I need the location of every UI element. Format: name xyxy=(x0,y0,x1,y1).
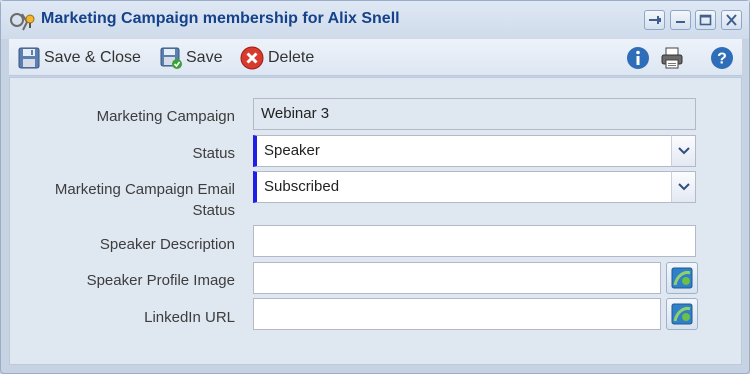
linkedin-url-button[interactable] xyxy=(666,298,698,330)
floppy-disk-icon xyxy=(18,47,40,69)
minimize-icon xyxy=(676,21,685,23)
pin-icon xyxy=(649,16,661,24)
save-close-button[interactable]: Save & Close xyxy=(18,46,141,70)
chevron-down-icon xyxy=(678,147,690,155)
email-status-label: Marketing Campaign Email Status xyxy=(55,181,235,219)
speaker-profile-image-label: Speaker Profile Image xyxy=(86,272,235,289)
close-icon xyxy=(726,14,737,26)
linkedin-url-input[interactable] xyxy=(253,298,661,330)
maximize-icon xyxy=(699,14,712,26)
save-button[interactable]: Save xyxy=(160,46,222,70)
dialog-window: Marketing Campaign membership for Alix S… xyxy=(0,0,750,374)
delete-icon xyxy=(240,46,264,70)
print-icon[interactable] xyxy=(660,46,684,70)
maximize-button[interactable] xyxy=(695,10,716,30)
chevron-down-icon xyxy=(678,183,690,191)
delete-button[interactable]: Delete xyxy=(240,46,314,70)
email-status-combobox[interactable]: Subscribed xyxy=(253,171,672,203)
status-combobox[interactable]: Speaker xyxy=(253,135,672,167)
save-close-label: Save & Close xyxy=(44,49,141,66)
status-label: Status xyxy=(192,145,235,162)
speaker-profile-image-input[interactable] xyxy=(253,262,661,294)
marketing-campaign-label: Marketing Campaign xyxy=(96,108,235,125)
link-icon xyxy=(671,303,693,325)
linkedin-url-label: LinkedIn URL xyxy=(144,309,235,326)
info-icon[interactable] xyxy=(626,46,650,70)
email-status-label-line2: Status xyxy=(192,202,235,219)
save-label: Save xyxy=(186,49,223,66)
save-icon xyxy=(160,47,182,69)
status-dropdown-trigger[interactable] xyxy=(671,135,696,167)
app-icon xyxy=(10,13,35,31)
close-button[interactable] xyxy=(721,10,742,30)
email-status-dropdown-trigger[interactable] xyxy=(671,171,696,203)
help-icon[interactable]: ? xyxy=(710,46,734,70)
delete-label: Delete xyxy=(268,49,315,66)
email-status-label-line1: Marketing Campaign Email xyxy=(54,181,235,198)
svg-text:?: ? xyxy=(717,51,727,68)
marketing-campaign-field: Webinar 3 xyxy=(253,98,696,130)
minimize-button[interactable] xyxy=(670,10,691,30)
toolbar: Save & Close Save Delete ? xyxy=(9,39,742,76)
speaker-profile-image-button[interactable] xyxy=(666,262,698,294)
image-icon xyxy=(671,267,693,289)
window-title: Marketing Campaign membership for Alix S… xyxy=(41,10,400,27)
title-bar[interactable]: Marketing Campaign membership for Alix S… xyxy=(1,1,749,39)
form-panel: Marketing Campaign Webinar 3 Status Spea… xyxy=(9,77,742,365)
speaker-description-label: Speaker Description xyxy=(99,236,235,253)
speaker-description-input[interactable] xyxy=(253,225,696,257)
pin-button[interactable] xyxy=(644,10,665,30)
